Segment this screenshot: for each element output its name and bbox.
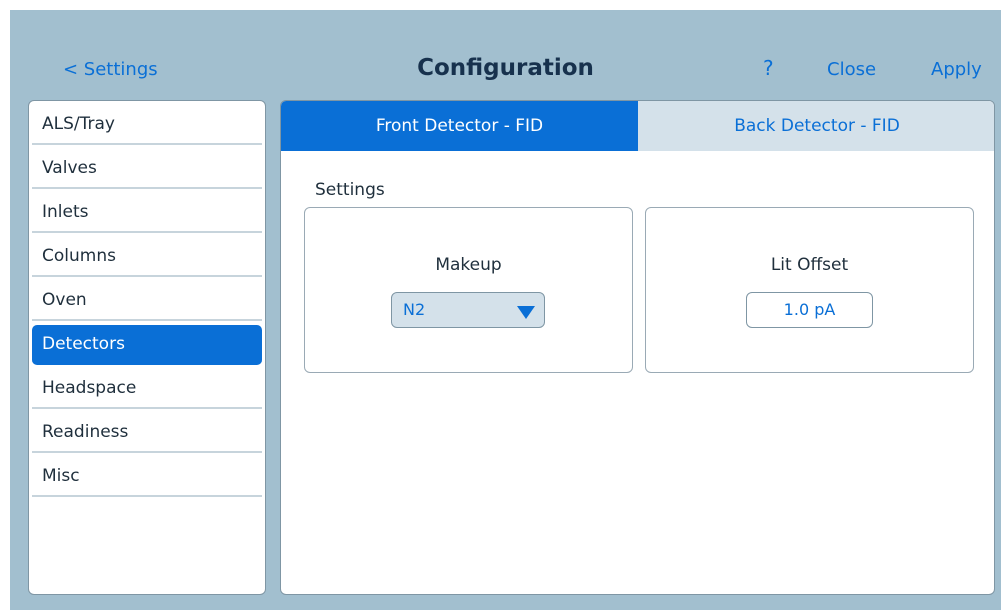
sidebar-item-label: Inlets (42, 202, 89, 222)
sidebar-item-label: Headspace (42, 378, 137, 398)
sidebar-item-columns[interactable]: Columns (32, 237, 262, 277)
sidebar-item-label: ALS/Tray (42, 114, 115, 134)
settings-section-label: Settings (315, 180, 385, 200)
sidebar-item-valves[interactable]: Valves (32, 149, 262, 189)
tab-back-detector[interactable]: Back Detector - FID (638, 101, 994, 151)
sidebar-item-detectors[interactable]: Detectors (32, 325, 262, 365)
sidebar-item-headspace[interactable]: Headspace (32, 369, 262, 409)
main-panel: Front Detector - FID Back Detector - FID… (280, 100, 995, 595)
sidebar-item-als-tray[interactable]: ALS/Tray (32, 105, 262, 145)
makeup-card: Makeup N2 (304, 207, 633, 373)
lit-offset-card: Lit Offset 1.0 pA (645, 207, 974, 373)
sidebar-item-oven[interactable]: Oven (32, 281, 262, 321)
tab-front-detector[interactable]: Front Detector - FID (281, 101, 638, 151)
sidebar-item-label: Detectors (42, 334, 125, 354)
sidebar-item-label: Oven (42, 290, 87, 310)
sidebar-item-label: Valves (42, 158, 97, 178)
sidebar-item-misc[interactable]: Misc (32, 457, 262, 497)
makeup-dropdown[interactable]: N2 (391, 292, 545, 328)
sidebar-item-label: Readiness (42, 422, 129, 442)
help-button[interactable]: ? (763, 56, 774, 80)
lit-offset-label: Lit Offset (770, 255, 849, 275)
sidebar-item-readiness[interactable]: Readiness (32, 413, 262, 453)
back-settings-link[interactable]: < Settings (63, 59, 158, 80)
close-button[interactable]: Close (827, 59, 876, 80)
sidebar-item-inlets[interactable]: Inlets (32, 193, 262, 233)
chevron-down-icon (517, 306, 535, 319)
apply-button[interactable]: Apply (931, 59, 982, 80)
sidebar: ALS/Tray Valves Inlets Columns Oven Dete… (28, 100, 266, 595)
sidebar-item-label: Columns (42, 246, 116, 266)
lit-offset-field[interactable]: 1.0 pA (746, 292, 873, 328)
makeup-label: Makeup (435, 255, 502, 275)
makeup-value: N2 (403, 300, 426, 319)
sidebar-item-label: Misc (42, 466, 80, 486)
